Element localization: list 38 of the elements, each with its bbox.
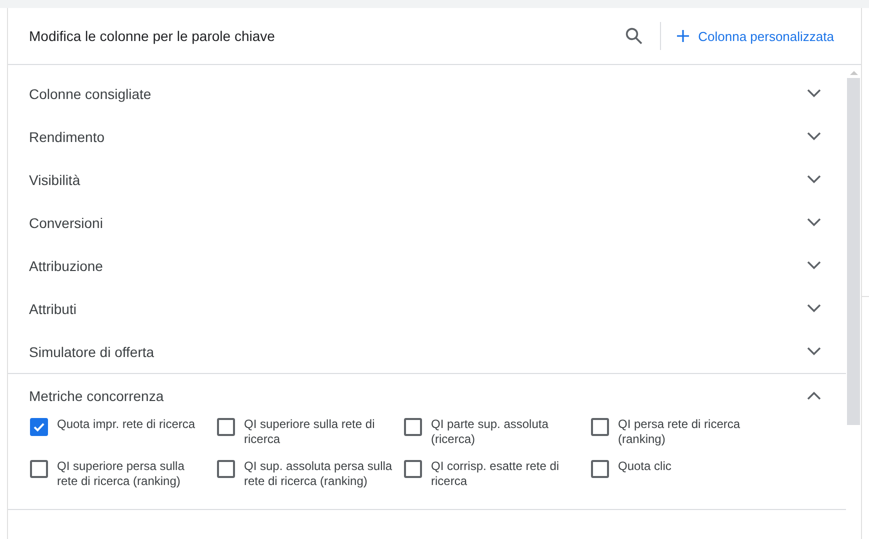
add-custom-column-button[interactable]: Colonna personalizzata [677,28,834,44]
checkbox[interactable] [217,460,235,478]
chevron-down-icon [807,218,821,227]
section-header[interactable]: Visibilità [8,158,846,201]
chevron-down-icon [807,175,821,184]
chevron-up-icon [807,391,821,400]
plus-icon [677,30,690,42]
checkbox-label: Quota impr. rete di ricerca [57,417,196,432]
check-icon [32,420,46,434]
section-header[interactable]: Simulatore di offerta [8,330,846,373]
chevron-down-icon [807,261,821,270]
checkbox-label: QI superiore sulla rete di ricerca [244,417,376,447]
section-header[interactable]: Attribuzione [8,244,846,287]
chevron-down-icon [807,132,821,141]
section-header[interactable]: Conversioni [8,201,846,244]
checkbox-label: Quota clic [618,459,672,474]
checkbox-label: QI superiore persa sulla rete di ricerca (ranking) [57,459,186,489]
checkbox-label: QI persa rete di ricerca (ranking) [618,417,742,447]
checkbox-label: QI sup. assoluta persa sulla rete di ricerca (ranking) [244,459,394,489]
section-header[interactable]: Colonne consigliate [8,72,846,115]
section-header[interactable]: Attributi [8,287,846,330]
checkbox[interactable] [404,418,422,436]
chevron-down-icon [807,304,821,313]
checkbox[interactable] [404,460,422,478]
scrollbar-thumb[interactable] [847,78,860,425]
chevron-down-icon [807,89,821,98]
checkbox[interactable] [591,418,609,436]
chevron-down-icon [807,347,821,356]
search-button[interactable] [624,26,644,46]
dialog-title: Modifica le colonne per le parole chiave [29,28,275,44]
checkbox-label: QI parte sup. assoluta (ricerca) [431,417,550,447]
checkbox-label: QI corrisp. esatte rete di ricerca [431,459,560,489]
section-header[interactable]: Rendimento [8,115,846,158]
checkbox[interactable] [591,460,609,478]
checkbox[interactable] [30,418,48,436]
checkbox[interactable] [217,418,235,436]
section-header[interactable]: Metriche concorrenza [8,374,846,417]
checkbox[interactable] [30,460,48,478]
